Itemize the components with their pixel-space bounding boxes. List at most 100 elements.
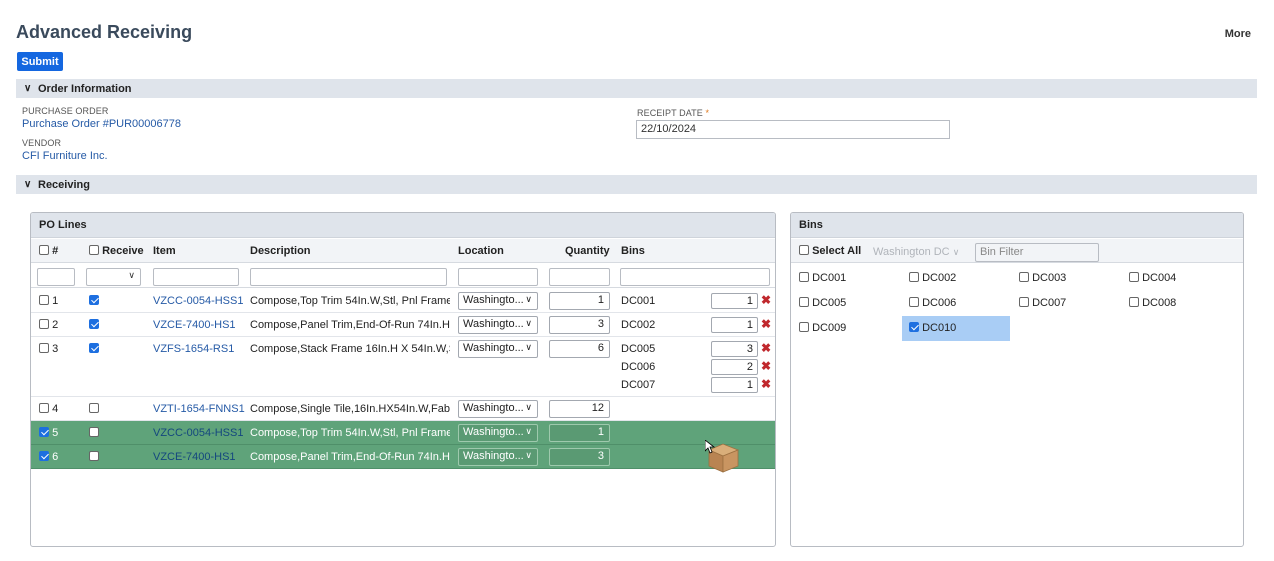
bin-option[interactable]: DC009 bbox=[799, 322, 846, 334]
receive-toggle[interactable] bbox=[89, 451, 99, 463]
receive-checkbox[interactable] bbox=[89, 403, 99, 413]
quantity-input[interactable]: 12 bbox=[549, 400, 610, 418]
line-select[interactable]: 4 bbox=[39, 403, 58, 415]
bin-option[interactable]: DC007 bbox=[1019, 297, 1066, 309]
receive-checkbox[interactable] bbox=[89, 427, 99, 437]
po-line-row[interactable]: 3 VZFS-1654-RS1 Compose,Stack Frame 16In.H… bbox=[31, 337, 775, 397]
line-select-checkbox[interactable] bbox=[39, 427, 49, 437]
purchase-order-link[interactable]: Purchase Order #PUR00006778 bbox=[22, 118, 181, 130]
select-all-checkbox[interactable] bbox=[39, 245, 49, 255]
po-line-row[interactable]: 2 VZCE-7400-HS1 Compose,Panel Trim,End-Of-… bbox=[31, 313, 775, 337]
close-icon[interactable]: ✖ bbox=[761, 341, 771, 355]
quantity-filter-input[interactable] bbox=[549, 268, 610, 286]
description-filter-input[interactable] bbox=[250, 268, 447, 286]
bin-quantity-input[interactable]: 2 bbox=[711, 359, 758, 375]
select-all-lines[interactable]: # bbox=[39, 245, 58, 257]
bin-option[interactable]: DC002 bbox=[909, 272, 956, 284]
bin-option[interactable]: DC006 bbox=[909, 297, 956, 309]
bin-option[interactable]: DC001 bbox=[799, 272, 846, 284]
item-link[interactable]: VZCC-0054-HSS1 bbox=[153, 427, 245, 439]
close-icon[interactable]: ✖ bbox=[761, 359, 771, 373]
close-icon[interactable]: ✖ bbox=[761, 377, 771, 391]
line-select[interactable]: 1 bbox=[39, 295, 58, 307]
line-select[interactable]: 2 bbox=[39, 319, 58, 331]
po-line-row[interactable]: 1 VZCC-0054-HSS1 Compose,Top Trim 54In.W,S… bbox=[31, 289, 775, 313]
receive-checkbox[interactable] bbox=[89, 343, 99, 353]
location-select[interactable]: Washingto... ∨ bbox=[458, 424, 538, 442]
bin-filter-input[interactable]: Bin Filter bbox=[975, 243, 1099, 262]
submit-button[interactable]: Submit bbox=[17, 52, 63, 71]
bin-quantity-input[interactable]: 1 bbox=[711, 293, 758, 309]
location-select[interactable]: Washingto... ∨ bbox=[458, 316, 538, 334]
po-line-row[interactable]: 4 VZTI-1654-FNNS1 Compose,Single Tile,16In… bbox=[31, 397, 775, 421]
bin-option[interactable]: DC004 bbox=[1129, 272, 1176, 284]
bin-checkbox[interactable] bbox=[1129, 272, 1139, 282]
location-select[interactable]: Washingto... ∨ bbox=[458, 448, 538, 466]
bin-quantity-input[interactable]: 1 bbox=[711, 317, 758, 333]
receive-toggle[interactable] bbox=[89, 403, 99, 415]
receive-checkbox[interactable] bbox=[89, 451, 99, 461]
more-menu-link[interactable]: More bbox=[1225, 28, 1251, 40]
line-select-checkbox[interactable] bbox=[39, 343, 49, 353]
bin-checkbox[interactable] bbox=[1129, 297, 1139, 307]
bin-option[interactable]: DC008 bbox=[1129, 297, 1176, 309]
receive-checkbox[interactable] bbox=[89, 295, 99, 305]
bin-checkbox[interactable] bbox=[799, 322, 809, 332]
quantity-input[interactable]: 1 bbox=[549, 292, 610, 310]
select-all-bins[interactable]: Select All bbox=[799, 245, 861, 257]
bins-filter-input[interactable] bbox=[620, 268, 770, 286]
bin-checkbox[interactable] bbox=[1019, 297, 1029, 307]
quantity-input[interactable]: 1 bbox=[549, 424, 610, 442]
bin-option[interactable]: DC005 bbox=[799, 297, 846, 309]
receive-toggle[interactable] bbox=[89, 319, 99, 331]
vendor-link[interactable]: CFI Furniture Inc. bbox=[22, 150, 108, 162]
po-line-row[interactable]: 6 VZCE-7400-HS1 Compose,Panel Trim,End-Of-… bbox=[31, 445, 775, 469]
line-select-checkbox[interactable] bbox=[39, 451, 49, 461]
receiving-section-header[interactable]: ∨ Receiving bbox=[16, 175, 1257, 194]
bin-checkbox[interactable] bbox=[909, 272, 919, 282]
bin-option[interactable]: DC003 bbox=[1019, 272, 1066, 284]
po-line-row[interactable]: 5 VZCC-0054-HSS1 Compose,Top Trim 54In.W,S… bbox=[31, 421, 775, 445]
item-link[interactable]: VZTI-1654-FNNS1 bbox=[153, 403, 245, 415]
bin-quantity-input[interactable]: 1 bbox=[711, 377, 758, 393]
bin-checkbox[interactable] bbox=[799, 272, 809, 282]
order-information-section-header[interactable]: ∨ Order Information bbox=[16, 79, 1257, 98]
receive-checkbox[interactable] bbox=[89, 319, 99, 329]
bins-location-select[interactable]: Washington DC ∨ bbox=[873, 246, 959, 258]
bin-checkbox[interactable] bbox=[909, 322, 919, 332]
item-link[interactable]: VZCC-0054-HSS1 bbox=[153, 295, 245, 307]
quantity-input[interactable]: 3 bbox=[549, 316, 610, 334]
bin-quantity-input[interactable]: 3 bbox=[711, 341, 758, 357]
line-select[interactable]: 3 bbox=[39, 343, 58, 355]
location-select[interactable]: Washingto... ∨ bbox=[458, 292, 538, 310]
item-filter-input[interactable] bbox=[153, 268, 239, 286]
location-select[interactable]: Washingto... ∨ bbox=[458, 340, 538, 358]
item-link[interactable]: VZCE-7400-HS1 bbox=[153, 319, 245, 331]
location-filter-input[interactable] bbox=[458, 268, 538, 286]
quantity-input[interactable]: 6 bbox=[549, 340, 610, 358]
receive-toggle[interactable] bbox=[89, 295, 99, 307]
quantity-input[interactable]: 3 bbox=[549, 448, 610, 466]
line-select[interactable]: 6 bbox=[39, 451, 58, 463]
receive-all-checkbox[interactable] bbox=[89, 245, 99, 255]
location-select[interactable]: Washingto... ∨ bbox=[458, 400, 538, 418]
num-filter-input[interactable] bbox=[37, 268, 75, 286]
line-select[interactable]: 5 bbox=[39, 427, 58, 439]
receive-all[interactable]: Receive bbox=[89, 245, 144, 257]
bin-option[interactable]: DC010 bbox=[902, 316, 1010, 341]
line-select-checkbox[interactable] bbox=[39, 295, 49, 305]
receipt-date-input[interactable]: 22/10/2024 bbox=[636, 120, 950, 139]
receive-toggle[interactable] bbox=[89, 427, 99, 439]
receive-toggle[interactable] bbox=[89, 343, 99, 355]
bin-checkbox[interactable] bbox=[1019, 272, 1029, 282]
item-link[interactable]: VZFS-1654-RS1 bbox=[153, 343, 245, 355]
receive-filter-select[interactable]: ∨ bbox=[86, 268, 141, 286]
close-icon[interactable]: ✖ bbox=[761, 317, 771, 331]
line-select-checkbox[interactable] bbox=[39, 403, 49, 413]
select-all-bins-checkbox[interactable] bbox=[799, 245, 809, 255]
bin-checkbox[interactable] bbox=[799, 297, 809, 307]
line-select-checkbox[interactable] bbox=[39, 319, 49, 329]
item-link[interactable]: VZCE-7400-HS1 bbox=[153, 451, 245, 463]
bin-checkbox[interactable] bbox=[909, 297, 919, 307]
close-icon[interactable]: ✖ bbox=[761, 293, 771, 307]
